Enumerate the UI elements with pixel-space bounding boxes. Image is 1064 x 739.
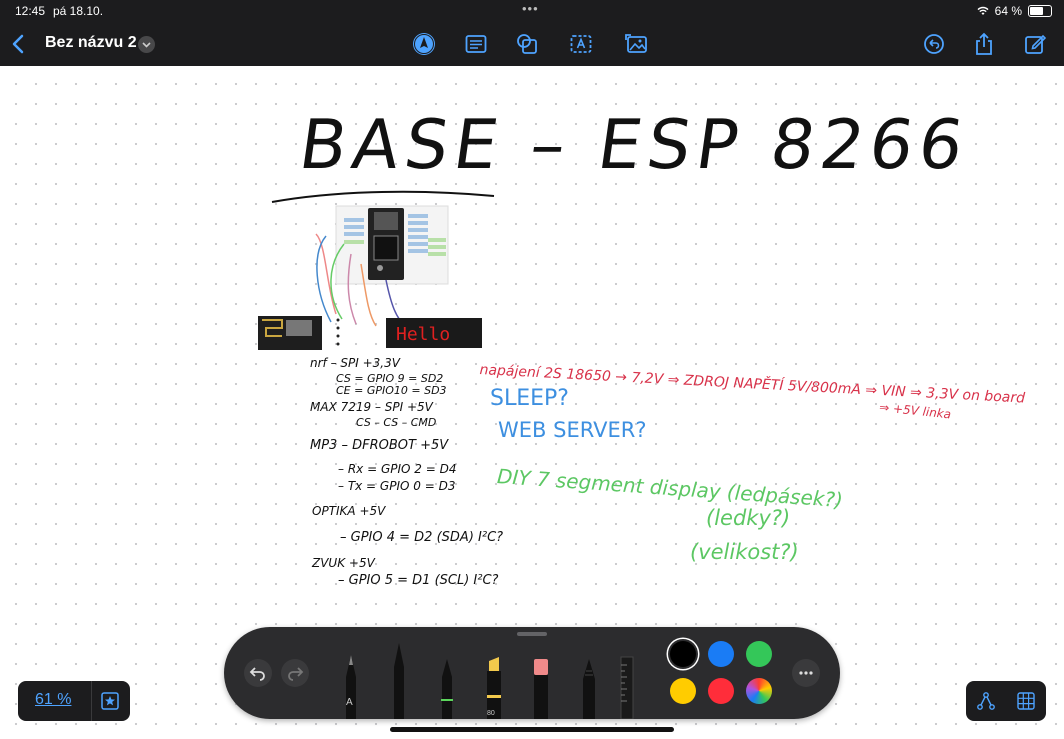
pen-icon[interactable] <box>412 32 436 56</box>
note-nrf-ce: CE = GPIO10 = SD3 <box>336 384 447 397</box>
document-title[interactable]: Bez názvu 2 <box>45 34 137 52</box>
color-swatch-yellow[interactable] <box>670 678 696 704</box>
wiring-diagram-image: Hello <box>258 205 482 350</box>
handwritten-title: BASE – ESP 8266 <box>294 106 974 185</box>
lasso-tool[interactable] <box>578 657 600 719</box>
zoom-control: 61 % <box>18 681 130 721</box>
note-mp3-rx: – Rx = GPIO 2 = D4 <box>338 462 457 476</box>
undo-history-icon[interactable] <box>922 32 946 56</box>
share-icon[interactable] <box>972 32 996 56</box>
fineliner-tool[interactable] <box>388 641 410 719</box>
shapes-icon[interactable] <box>515 32 539 56</box>
divider <box>91 681 92 721</box>
pen-tool[interactable]: A <box>340 653 362 719</box>
status-time: 12:45 <box>15 4 46 18</box>
redo-icon[interactable] <box>281 659 309 687</box>
note-web-server: WEB SERVER? <box>498 418 647 442</box>
color-picker-multicolor[interactable] <box>746 678 772 704</box>
note-zvuk: ZVUK +5V <box>312 556 375 570</box>
battery-icon <box>1028 5 1052 17</box>
wifi-icon <box>977 6 989 15</box>
note-optika: OPTIKA +5V <box>312 504 386 518</box>
note-diy-display: DIY 7 segment display (ledpásek?) <box>496 464 844 513</box>
back-icon[interactable] <box>10 33 26 55</box>
home-indicator[interactable] <box>390 727 674 732</box>
note-mp3-tx: – Tx = GPIO 0 = D3 <box>338 479 456 493</box>
note-zvuk-gpio: – GPIO 5 = D1 (SCL) I²C? <box>338 573 499 588</box>
star-icon[interactable] <box>101 692 119 710</box>
undo-icon[interactable] <box>244 659 272 687</box>
network-icon[interactable] <box>976 691 996 711</box>
drawing-toolbar: A 80 <box>224 627 840 719</box>
image-icon[interactable] <box>624 32 648 56</box>
grid-icon[interactable] <box>1016 691 1036 711</box>
status-date: pá 18.10. <box>53 4 104 18</box>
status-right: 64 % <box>977 4 1052 18</box>
color-swatch-black[interactable] <box>670 641 696 667</box>
text-icon[interactable] <box>464 32 488 56</box>
svg-text:80: 80 <box>487 710 495 717</box>
toolbar-handle[interactable] <box>517 632 547 636</box>
chevron-down-icon[interactable] <box>138 36 155 53</box>
top-bar: 12:45 pá 18.10. ••• 64 % Bez názvu 2 <box>0 0 1064 66</box>
title-underline <box>271 190 495 203</box>
ruler-tool[interactable] <box>619 655 635 719</box>
note-optika-gpio: – GPIO 4 = D2 (SDA) I²C? <box>340 530 504 545</box>
note-velikost: (velikost?) <box>690 540 799 564</box>
edit-icon[interactable] <box>1023 32 1047 56</box>
color-swatch-green[interactable] <box>746 641 772 667</box>
note-max-cs: CS – CS – CMD <box>356 416 437 429</box>
note-sleep: SLEEP? <box>490 386 569 411</box>
note-max7219: MAX 7219 – SPI +5V <box>310 400 433 414</box>
more-icon[interactable] <box>792 659 820 687</box>
note-power-5v: ⇒ +5V linka <box>878 400 952 422</box>
note-mp3: MP3 – DFROBOT +5V <box>310 438 449 453</box>
color-swatch-blue[interactable] <box>708 641 734 667</box>
note-nrf: nrf – SPI +3,3V <box>310 356 400 370</box>
color-swatch-red[interactable] <box>708 678 734 704</box>
eraser-tool[interactable] <box>530 657 552 719</box>
bottom-right-controls <box>966 681 1046 721</box>
svg-text:A: A <box>346 697 353 708</box>
note-ledky: (ledky?) <box>706 506 791 530</box>
battery-percent: 64 % <box>994 4 1022 18</box>
led-matrix-text: Hello <box>396 324 450 345</box>
highlighter-tool[interactable]: 80 <box>483 655 505 719</box>
multitask-dots[interactable]: ••• <box>522 1 539 16</box>
monoline-tool[interactable] <box>436 657 458 719</box>
textbox-icon[interactable] <box>569 32 593 56</box>
zoom-level[interactable]: 61 % <box>35 691 71 709</box>
